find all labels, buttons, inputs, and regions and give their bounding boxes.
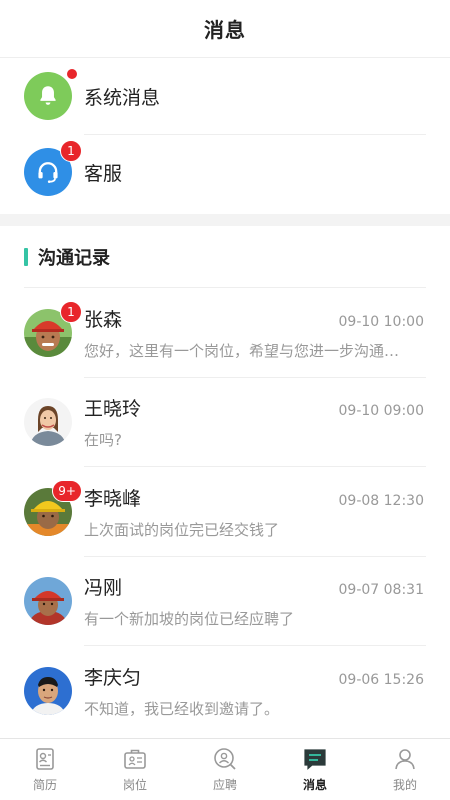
messages-screen: 消息 系统消息 1 客服 沟通记录 1 张森 09-10 10:00 您好，这里… xyxy=(0,0,450,800)
message-time: 09-06 15:26 xyxy=(338,671,424,688)
chat-list: 1 张森 09-10 10:00 您好，这里有一个岗位，希望与您进一步沟通… 王… xyxy=(0,288,450,736)
section-accent-bar xyxy=(24,248,28,266)
tab-label: 简历 xyxy=(32,778,57,792)
bottom-tab-bar: 简历 岗位 应聘 消息 我的 xyxy=(0,738,450,800)
tab-jobs[interactable]: 岗位 xyxy=(90,739,180,800)
avatar xyxy=(24,577,72,626)
tab-label: 应聘 xyxy=(212,778,237,792)
unread-badge: 9+ xyxy=(52,479,82,502)
avatar: 9+ xyxy=(24,479,82,536)
header: 消息 xyxy=(0,0,450,58)
bell-icon xyxy=(24,68,78,120)
message-preview: 您好，这里有一个岗位，希望与您进一步沟通… xyxy=(84,341,400,360)
resume-icon xyxy=(36,748,54,770)
contact-name: 李晓峰 xyxy=(84,487,142,510)
user-icon xyxy=(395,749,415,770)
tab-label: 我的 xyxy=(392,778,417,792)
tab-applications[interactable]: 应聘 xyxy=(180,739,270,800)
page-title: 消息 xyxy=(204,18,246,42)
chat-item[interactable]: 1 张森 09-10 10:00 您好，这里有一个岗位，希望与您进一步沟通… xyxy=(0,288,450,378)
system-messages-row[interactable]: 系统消息 xyxy=(0,58,450,134)
avatar xyxy=(24,398,72,447)
chat-history-header: 沟通记录 xyxy=(0,226,450,288)
tab-resume[interactable]: 简历 xyxy=(0,739,90,800)
customer-service-row[interactable]: 1 客服 xyxy=(0,134,450,210)
headset-icon: 1 xyxy=(24,140,82,196)
tab-profile[interactable]: 我的 xyxy=(360,739,450,800)
contact-name: 冯刚 xyxy=(84,577,123,600)
contact-name: 张森 xyxy=(84,308,123,331)
tab-label: 岗位 xyxy=(122,778,147,792)
chat-item[interactable]: 李庆匀 09-06 15:26 不知道，我已经收到邀请了。 xyxy=(0,646,450,736)
message-icon xyxy=(304,749,326,770)
message-preview: 有一个新加坡的岗位已经应聘了 xyxy=(84,610,295,629)
message-time: 09-07 08:31 xyxy=(338,582,424,599)
system-messages-label: 系统消息 xyxy=(84,86,161,109)
briefcase-icon xyxy=(124,749,146,769)
message-time: 09-10 09:00 xyxy=(338,403,424,420)
message-preview: 上次面试的岗位完已经交钱了 xyxy=(84,520,280,539)
chat-item[interactable]: 9+ 李晓峰 09-08 12:30 上次面试的岗位完已经交钱了 xyxy=(0,467,450,557)
contact-name: 王晓玲 xyxy=(84,398,142,421)
tab-messages[interactable]: 消息 xyxy=(270,739,360,800)
message-time: 09-10 10:00 xyxy=(338,313,424,330)
unread-badge: 1 xyxy=(60,300,82,323)
contact-name: 李庆匀 xyxy=(84,666,142,689)
section-divider xyxy=(0,214,450,226)
unread-dot xyxy=(66,68,78,80)
chat-item[interactable]: 王晓玲 09-10 09:00 在吗? xyxy=(0,378,450,468)
message-preview: 在吗? xyxy=(84,431,122,450)
section-title: 沟通记录 xyxy=(38,248,110,269)
customer-service-label: 客服 xyxy=(84,162,123,185)
search-person-icon xyxy=(214,748,236,770)
avatar: 1 xyxy=(24,300,82,357)
avatar xyxy=(24,666,72,715)
message-time: 09-08 12:30 xyxy=(338,492,424,509)
tab-label: 消息 xyxy=(302,778,327,792)
unread-badge: 1 xyxy=(60,140,82,162)
message-preview: 不知道，我已经收到邀请了。 xyxy=(84,699,280,718)
chat-item[interactable]: 冯刚 09-07 08:31 有一个新加坡的岗位已经应聘了 xyxy=(0,557,450,647)
